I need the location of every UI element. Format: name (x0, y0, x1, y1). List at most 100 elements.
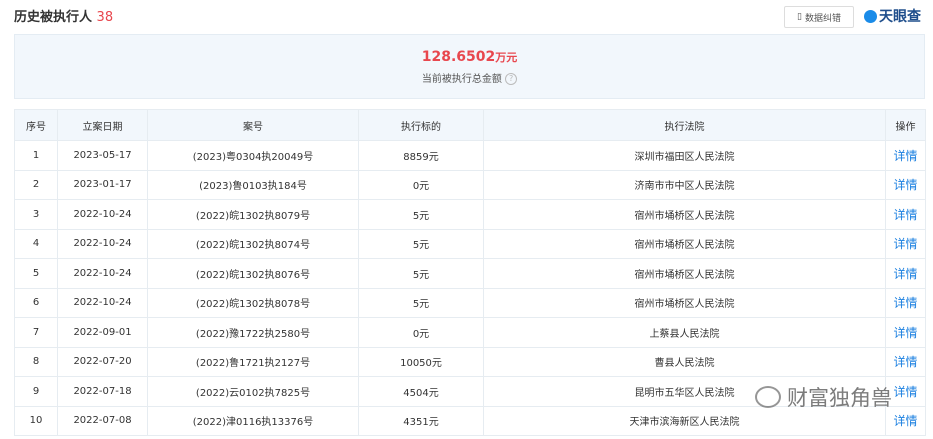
cell-amount: 4351元 (358, 405, 484, 436)
cell-amount: 4504元 (358, 376, 484, 407)
cell-amount: 5元 (358, 258, 484, 289)
action-cell: 详情 (885, 199, 926, 230)
table-row: 10 2022-07-08 (2022)津0116执13376号 4351元 天津市滨海… (14, 405, 926, 436)
cell-court: 宿州市埇桥区人民法院 (483, 258, 886, 289)
cell-court: 上蔡县人民法院 (483, 317, 886, 348)
details-link[interactable]: 详情 (893, 149, 917, 163)
executed-person-table: 序号 立案日期 案号 执行标的 执行法院 操作 1 2023-05-17 (2023)粤030… (14, 109, 926, 436)
cell-no: 8 (14, 346, 58, 377)
details-link[interactable]: 详情 (893, 385, 917, 399)
action-cell: 详情 (885, 376, 926, 407)
cell-case: (2022)皖1302执8079号 (147, 199, 359, 230)
table-row: 1 2023-05-17 (2023)粤0304执20049号 8859元 深圳市福田区… (14, 140, 926, 171)
details-link[interactable]: 详情 (893, 237, 917, 251)
table-row: 9 2022-07-18 (2022)云0102执7825号 4504元 昆明市五华区人… (14, 376, 926, 407)
report-error-button[interactable]: ▯ 数据纠错 (784, 6, 854, 28)
cell-case: (2022)皖1302执8078号 (147, 287, 359, 318)
cell-no: 7 (14, 317, 58, 348)
cell-amount: 5元 (358, 199, 484, 230)
total-amount: 128.6502万元 (15, 49, 924, 65)
cell-no: 3 (14, 199, 58, 230)
action-cell: 详情 (885, 140, 926, 171)
table-row: 4 2022-10-24 (2022)皖1302执8074号 5元 宿州市埇桥区人民法院… (14, 228, 926, 259)
details-link[interactable]: 详情 (893, 355, 917, 369)
cell-date: 2022-10-24 (57, 258, 148, 289)
report-error-label: 数据纠错 (804, 13, 841, 24)
cell-court: 昆明市五华区人民法院 (483, 376, 886, 407)
cell-date: 2022-07-18 (57, 376, 148, 407)
action-cell: 详情 (885, 258, 926, 289)
cell-court: 宿州市埇桥区人民法院 (483, 228, 886, 259)
action-cell: 详情 (885, 228, 926, 259)
cell-no: 10 (14, 405, 58, 436)
cell-no: 2 (14, 169, 58, 200)
column-header: 序号 (14, 109, 58, 141)
help-icon[interactable]: ? (505, 73, 518, 85)
total-amount-panel: 128.6502万元 当前被执行总金额 ? (14, 34, 925, 99)
cell-no: 4 (14, 228, 58, 259)
cell-no: 1 (14, 140, 58, 171)
cell-court: 深圳市福田区人民法院 (483, 140, 886, 171)
cell-case: (2022)豫1722执2580号 (147, 317, 359, 348)
action-cell: 详情 (885, 346, 926, 377)
cell-amount: 8859元 (358, 140, 484, 171)
table-row: 7 2022-09-01 (2022)豫1722执2580号 0元 上蔡县人民法院 详情 (14, 317, 926, 348)
cell-date: 2022-10-24 (57, 228, 148, 259)
logo-icon (864, 9, 877, 23)
cell-amount: 0元 (358, 317, 484, 348)
cell-case: (2022)皖1302执8076号 (147, 258, 359, 289)
column-header: 执行法院 (483, 109, 886, 141)
cell-case: (2022)鲁1721执2127号 (147, 346, 359, 377)
table-row: 3 2022-10-24 (2022)皖1302执8079号 5元 宿州市埇桥区人民法院… (14, 199, 926, 230)
tianyancha-logo: 天眼查 (864, 6, 921, 26)
action-cell: 详情 (885, 405, 926, 436)
table-row: 6 2022-10-24 (2022)皖1302执8078号 5元 宿州市埇桥区人民法院… (14, 287, 926, 318)
cell-date: 2022-07-20 (57, 346, 148, 377)
document-icon: ▯ (797, 12, 802, 22)
cell-case: (2022)皖1302执8074号 (147, 228, 359, 259)
cell-case: (2022)云0102执7825号 (147, 376, 359, 407)
cell-no: 6 (14, 287, 58, 318)
details-link[interactable]: 详情 (893, 296, 917, 310)
details-link[interactable]: 详情 (893, 414, 917, 428)
table-row: 2 2023-01-17 (2023)鲁0103执184号 0元 济南市市中区人民法院详… (14, 169, 926, 200)
cell-amount: 5元 (358, 287, 484, 318)
cell-amount: 10050元 (358, 346, 484, 377)
cell-date: 2022-09-01 (57, 317, 148, 348)
cell-date: 2022-10-24 (57, 199, 148, 230)
cell-case: (2022)津0116执13376号 (147, 405, 359, 436)
title-text: 历史被执行人 (14, 10, 93, 25)
cell-date: 2023-05-17 (57, 140, 148, 171)
details-link[interactable]: 详情 (893, 326, 917, 340)
amount-unit: 万元 (495, 51, 518, 64)
cell-court: 宿州市埇桥区人民法院 (483, 287, 886, 318)
logo-text: 天眼查 (879, 9, 921, 25)
table-row: 8 2022-07-20 (2022)鲁1721执2127号 10050元 曹县人民法院… (14, 346, 926, 377)
cell-court: 曹县人民法院 (483, 346, 886, 377)
details-link[interactable]: 详情 (893, 208, 917, 222)
cell-date: 2022-07-08 (57, 405, 148, 436)
cell-date: 2023-01-17 (57, 169, 148, 200)
cell-no: 9 (14, 376, 58, 407)
cell-court: 济南市市中区人民法院 (483, 169, 886, 200)
table-row: 5 2022-10-24 (2022)皖1302执8076号 5元 宿州市埇桥区人民法院… (14, 258, 926, 289)
column-header: 案号 (147, 109, 359, 141)
record-count: 38 (96, 10, 114, 25)
cell-date: 2022-10-24 (57, 287, 148, 318)
amount-value: 128.6502 (421, 49, 496, 65)
action-cell: 详情 (885, 287, 926, 318)
cell-amount: 0元 (358, 169, 484, 200)
details-link[interactable]: 详情 (893, 178, 917, 192)
cell-no: 5 (14, 258, 58, 289)
action-cell: 详情 (885, 169, 926, 200)
cell-court: 天津市滨海新区人民法院 (483, 405, 886, 436)
action-cell: 详情 (885, 317, 926, 348)
cell-case: (2023)粤0304执20049号 (147, 140, 359, 171)
cell-court: 宿州市埇桥区人民法院 (483, 199, 886, 230)
cell-amount: 5元 (358, 228, 484, 259)
total-amount-label: 当前被执行总金额 (421, 74, 502, 85)
column-header: 执行标的 (358, 109, 484, 141)
column-header: 操作 (885, 109, 926, 141)
cell-case: (2023)鲁0103执184号 (147, 169, 359, 200)
details-link[interactable]: 详情 (893, 267, 917, 281)
